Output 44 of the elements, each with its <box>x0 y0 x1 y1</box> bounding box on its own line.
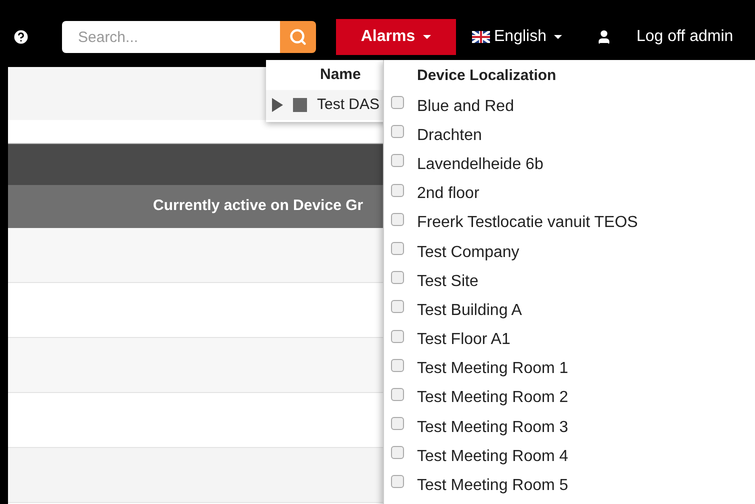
checkbox[interactable] <box>391 184 404 197</box>
name-header: Name <box>320 64 361 85</box>
checkbox[interactable] <box>391 242 404 255</box>
checkbox[interactable] <box>391 475 404 488</box>
menu-item[interactable]: Lavendelheide 6b <box>417 152 544 177</box>
alarms-button[interactable]: Alarms <box>336 19 456 55</box>
menu-item[interactable]: 2nd floor <box>417 182 480 206</box>
search-field[interactable]: Search... <box>62 21 280 53</box>
checkbox[interactable] <box>391 96 404 109</box>
caret-icon <box>554 35 562 39</box>
menu-item[interactable]: Test Meeting Room 3 <box>417 416 568 440</box>
checkbox[interactable] <box>391 212 404 226</box>
checkbox[interactable] <box>391 271 404 284</box>
menu-item[interactable]: Test Meeting Room 5 <box>417 474 568 498</box>
menu-item[interactable]: Test Site <box>417 270 478 294</box>
help-icon[interactable] <box>12 28 30 46</box>
checkbox[interactable] <box>391 417 404 430</box>
checkbox[interactable] <box>391 125 404 138</box>
menu-item[interactable]: Blue and Red <box>417 94 514 119</box>
menu-item[interactable]: Test Floor A1 <box>417 328 510 352</box>
caret-icon <box>423 35 432 39</box>
menu-item[interactable]: Test Meeting Room 4 <box>417 444 568 469</box>
logoff-link[interactable]: Log off admin <box>636 25 734 49</box>
menu-item[interactable]: Test Company <box>417 240 520 265</box>
menu-item[interactable]: Freerk Testlocatie vanuit TEOS <box>417 211 638 236</box>
menu-item[interactable]: Drachten <box>417 124 482 148</box>
search-button[interactable] <box>280 21 316 53</box>
checkbox[interactable] <box>391 358 404 372</box>
menu-title: Device Localization <box>417 66 556 86</box>
checkbox[interactable] <box>391 300 404 314</box>
checkbox[interactable] <box>391 330 404 342</box>
search-icon <box>289 28 307 46</box>
user-icon[interactable] <box>596 29 612 45</box>
menu-item[interactable]: Test Meeting Room 2 <box>417 386 568 410</box>
tree-item[interactable]: Test DAS <box>317 94 380 116</box>
menu-item[interactable]: Test Meeting Room 1 <box>417 357 568 382</box>
checkbox[interactable] <box>391 446 404 460</box>
menu-item[interactable]: Test Building A <box>417 298 522 323</box>
square-icon <box>293 98 307 112</box>
checkbox[interactable] <box>391 388 404 401</box>
flag-icon <box>472 31 490 43</box>
column-header: Currently active on Device Gr <box>153 196 364 216</box>
language-button[interactable]: English <box>472 25 562 49</box>
checkbox[interactable] <box>391 154 404 168</box>
